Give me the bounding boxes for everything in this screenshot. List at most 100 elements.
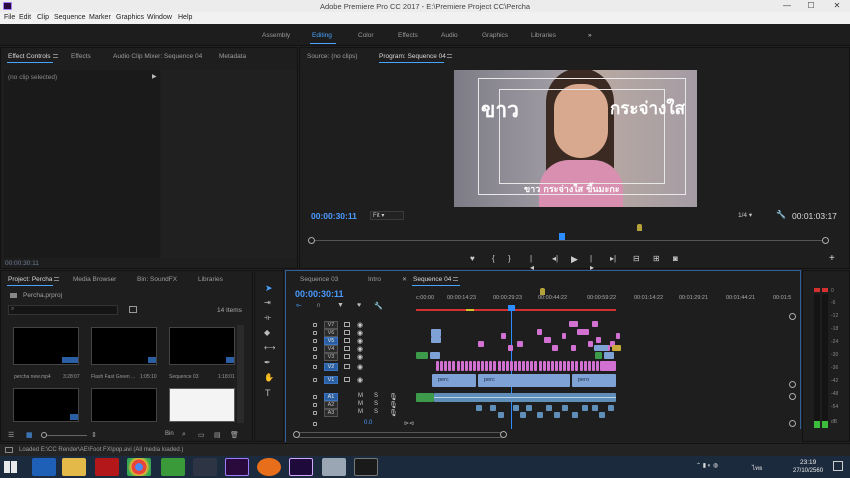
timeline-clip[interactable]: [569, 321, 578, 327]
aftereffects-taskbar-icon[interactable]: [289, 458, 313, 476]
type-tool-icon[interactable]: T: [265, 388, 271, 398]
toggle-output-eye-icon[interactable]: ◉: [357, 345, 363, 353]
timeline-clip[interactable]: [501, 333, 506, 339]
timeline-clip[interactable]: [591, 361, 595, 371]
timeline-clip[interactable]: [594, 345, 608, 351]
timeline-clip[interactable]: [501, 361, 505, 371]
play-icon[interactable]: ▶: [571, 254, 578, 265]
master-end-icon[interactable]: ⊳⊲: [404, 420, 414, 427]
timeline-clip[interactable]: [513, 361, 517, 371]
timeline-clip[interactable]: [476, 405, 482, 411]
timeline-clip[interactable]: [509, 361, 513, 371]
export-frame-icon[interactable]: ◙: [673, 254, 678, 263]
timeline-settings-icon[interactable]: 🔧: [374, 302, 383, 310]
track-target-button[interactable]: V3: [324, 353, 338, 361]
timeline-clip[interactable]: perc: [478, 374, 570, 387]
track-lock-icon[interactable]: [313, 403, 317, 407]
sort-icon[interactable]: ⇕: [91, 431, 97, 439]
timeline-clip[interactable]: [513, 405, 519, 411]
track-lock-icon[interactable]: [313, 347, 317, 351]
voice-over-record-icon[interactable]: 🎙: [389, 401, 398, 409]
timeline-clip[interactable]: [530, 361, 534, 371]
track-lock-icon[interactable]: [313, 339, 317, 343]
firefox-taskbar-icon[interactable]: [257, 458, 281, 476]
timeline-clip[interactable]: [552, 345, 558, 351]
notifications-icon[interactable]: [833, 461, 843, 471]
add-marker-timeline-icon[interactable]: ▼: [337, 302, 344, 309]
explorer-taskbar-icon[interactable]: [62, 458, 86, 476]
wrench-icon[interactable]: 🔧: [776, 210, 786, 219]
mark-out-icon[interactable]: }: [508, 254, 511, 263]
mark-in-icon[interactable]: {: [492, 254, 495, 263]
clapper-taskbar-icon[interactable]: [354, 458, 378, 476]
track-target-button[interactable]: V7: [324, 321, 338, 329]
menu-clip[interactable]: Clip: [37, 14, 49, 21]
workspace-more-button[interactable]: »: [588, 32, 592, 39]
menu-edit[interactable]: Edit: [19, 14, 31, 21]
snap-icon[interactable]: ⟜: [296, 302, 302, 310]
timeline-clip[interactable]: [571, 361, 575, 371]
timeline-clip[interactable]: [588, 341, 593, 347]
acrobat-taskbar-icon[interactable]: [95, 458, 119, 476]
timeline-clip[interactable]: [592, 405, 598, 411]
program-scrub-bar[interactable]: [308, 240, 829, 241]
project-item-thumbnail[interactable]: [169, 327, 235, 365]
tab-sequence-04[interactable]: Sequence 04: [413, 276, 451, 283]
timeline-clips-area[interactable]: perc perc pero: [416, 317, 790, 429]
video-scroll-top-handle[interactable]: [789, 313, 796, 320]
track-target-button[interactable]: A3: [324, 409, 338, 417]
audio-scroll-bottom-handle[interactable]: [789, 420, 796, 427]
selection-tool-icon[interactable]: ➤: [265, 283, 273, 294]
timeline-clip[interactable]: [444, 361, 448, 371]
timeline-clip[interactable]: [582, 405, 588, 411]
button-editor-plus-icon[interactable]: +: [829, 253, 835, 264]
timeline-clip[interactable]: [497, 361, 501, 371]
master-volume-value[interactable]: 0.0: [364, 420, 372, 426]
timeline-clip[interactable]: [490, 405, 496, 411]
video-frame[interactable]: ขาว กระจ่างใส ขาว กระจ่างใส ขึ้นมะกะ: [454, 70, 697, 207]
tab-effects[interactable]: Effects: [71, 53, 91, 60]
timeline-clip[interactable]: [608, 405, 614, 411]
timeline-clip[interactable]: [583, 361, 587, 371]
timeline-clip[interactable]: pero: [572, 374, 616, 387]
timeline-clip[interactable]: [481, 361, 485, 371]
project-search-input[interactable]: ⌕: [8, 305, 118, 315]
app-taskbar-icon[interactable]: [322, 458, 346, 476]
timeline-clip[interactable]: [522, 361, 526, 371]
timeline-clip[interactable]: [587, 361, 591, 371]
add-marker-icon[interactable]: ♥: [470, 254, 475, 263]
scrub-end-handle[interactable]: [822, 237, 829, 244]
timeline-clip[interactable]: [472, 361, 476, 371]
timeline-timecode[interactable]: 00:00:30:11: [295, 289, 344, 299]
tab-sequence-03[interactable]: Sequence 03: [300, 276, 338, 283]
menu-sequence[interactable]: Sequence: [54, 14, 86, 21]
track-target-button[interactable]: A2: [324, 401, 338, 409]
tab-libraries[interactable]: Libraries: [198, 276, 223, 283]
resolution-select[interactable]: 1/4 ▾: [738, 211, 752, 219]
timeline-clip[interactable]: [431, 337, 441, 343]
timeline-clip[interactable]: [575, 361, 579, 371]
timeline-clip[interactable]: [537, 329, 542, 335]
close-button[interactable]: ✕: [826, 0, 848, 12]
timeline-clip[interactable]: [534, 361, 538, 371]
hand-tool-icon[interactable]: ✋: [264, 373, 274, 382]
timeline-clip[interactable]: [550, 361, 554, 371]
play-only-icon[interactable]: ▶: [152, 73, 157, 80]
timeline-clip[interactable]: [577, 329, 589, 335]
timeline-clip[interactable]: [604, 352, 614, 359]
menu-window[interactable]: Window: [147, 14, 172, 21]
panel-menu-icon[interactable]: [54, 277, 59, 281]
voice-over-record-icon[interactable]: 🎙: [389, 409, 398, 417]
solo-button[interactable]: S: [374, 401, 378, 407]
toggle-output-eye-icon[interactable]: ◉: [357, 353, 363, 361]
workspace-color[interactable]: Color: [358, 32, 374, 39]
project-item-thumbnail[interactable]: [13, 327, 79, 365]
sync-lock-icon[interactable]: [344, 330, 350, 335]
project-item-thumbnail[interactable]: [169, 388, 235, 422]
sync-lock-icon[interactable]: [344, 377, 350, 382]
premiere-taskbar-icon[interactable]: [225, 458, 249, 476]
track-target-button[interactable]: V1: [324, 376, 338, 384]
timeline-clip[interactable]: [544, 337, 551, 343]
timeline-clip[interactable]: [571, 345, 576, 351]
menu-help[interactable]: Help: [178, 14, 192, 21]
